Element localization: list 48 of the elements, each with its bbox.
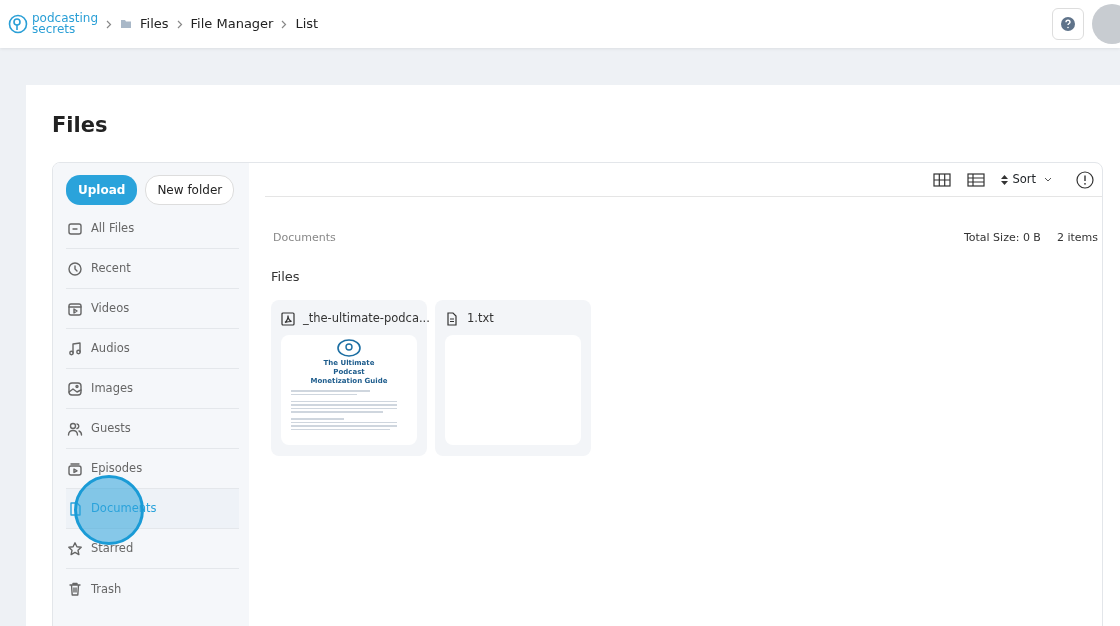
logo-text: podcasting	[32, 13, 99, 24]
sort-icon	[1001, 174, 1009, 185]
trash-icon	[67, 581, 83, 598]
file-name: _the-ultimate-podca...	[303, 310, 430, 328]
file-name: 1.txt	[467, 310, 494, 328]
section-title: Files	[271, 267, 301, 286]
chevron-icon	[281, 19, 288, 29]
new-folder-button[interactable]: New folder	[145, 175, 235, 206]
list-view-icon[interactable]	[967, 172, 986, 187]
sidebar-item[interactable]: Videos	[66, 289, 239, 330]
caret-icon	[1044, 176, 1052, 183]
document-icon	[445, 311, 459, 326]
avatar-icon	[1092, 4, 1120, 44]
clock-icon	[67, 260, 83, 277]
sort-button[interactable]: Sort	[1001, 171, 1052, 189]
sidebar-item[interactable]: Guests	[66, 409, 239, 450]
total-size: Total Size: 0 B	[963, 230, 1041, 247]
sidebar-item[interactable]: Recent	[66, 249, 239, 290]
info-icon[interactable]	[1076, 170, 1094, 189]
upload-button[interactable]: Upload	[66, 175, 138, 206]
sidebar-item[interactable]: Images	[66, 369, 239, 410]
sidebar-item[interactable]: Trash	[66, 569, 239, 610]
folder-path: Documents	[273, 230, 336, 247]
sidebar-item[interactable]: All Files	[66, 209, 239, 250]
help-button[interactable]	[1052, 8, 1084, 40]
logo-icon	[337, 339, 361, 358]
page-title: Files	[52, 113, 109, 139]
logo-text: secrets	[32, 24, 76, 35]
sidebar-item[interactable]: Audios	[66, 329, 239, 370]
grid-view-icon[interactable]	[933, 172, 952, 187]
sidebar-item[interactable]: Starred	[66, 529, 239, 570]
chevron-icon	[106, 19, 113, 29]
question-icon	[1061, 17, 1075, 31]
folder-icon	[67, 220, 83, 237]
pdf-icon	[281, 311, 295, 326]
logo-icon	[8, 14, 28, 34]
item-count: 2 items	[1056, 230, 1098, 247]
chevron-icon	[176, 19, 183, 29]
people-icon	[67, 420, 83, 437]
star-icon	[67, 540, 83, 557]
image-icon	[67, 380, 83, 397]
breadcrumb-link[interactable]: List	[295, 14, 319, 34]
breadcrumb-link[interactable]: File Manager	[190, 14, 274, 34]
episode-icon	[67, 460, 83, 477]
video-icon	[67, 300, 83, 317]
breadcrumb-link[interactable]: Files	[140, 14, 169, 34]
music-icon	[67, 340, 83, 357]
file-card[interactable]: 1.txt	[435, 300, 591, 457]
